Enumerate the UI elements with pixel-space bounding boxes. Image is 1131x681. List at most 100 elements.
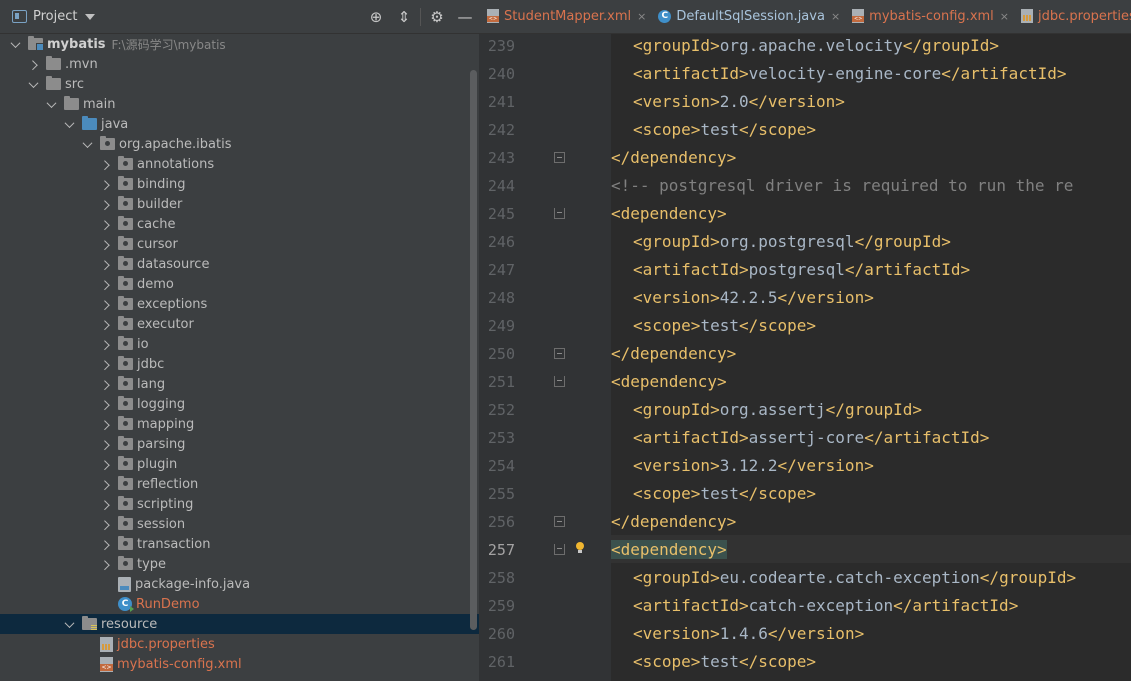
tree-item[interactable]: demo [0,274,467,294]
project-scrollbar[interactable] [467,34,479,681]
chevron-right-icon[interactable] [100,439,110,449]
chevron-right-icon[interactable] [100,479,110,489]
fold-start-icon[interactable] [554,376,565,387]
chevron-right-icon[interactable] [100,259,110,269]
tree-item[interactable]: exceptions [0,294,467,314]
chevron-right-icon[interactable] [100,499,110,509]
code-line: <artifactId> velocity-engine-core </artifa… [611,59,1131,87]
tree-item[interactable]: session [0,514,467,534]
chevron-down-icon[interactable] [64,119,74,129]
locate-icon: ⊕ [369,8,383,26]
chevron-right-icon[interactable] [100,199,110,209]
tree-item[interactable]: jdbc.properties [0,634,467,654]
chevron-right-icon[interactable] [100,419,110,429]
fold-start-icon[interactable] [554,208,565,219]
code-token: </groupId> [902,35,1000,55]
tree-item[interactable]: builder [0,194,467,214]
tree-item[interactable]: resource [0,614,479,634]
line-number: 256 [487,513,515,531]
tree-item[interactable]: C RunDemo [0,594,467,614]
tree-item[interactable]: plugin [0,454,467,474]
chevron-right-icon[interactable] [100,339,110,349]
editor-tab[interactable]: jdbc.properties× [1013,0,1131,33]
code-editor[interactable]: <groupId> org.apache.velocity </groupId> <a… [611,34,1131,681]
tree-item[interactable]: cursor [0,234,467,254]
fold-end-icon[interactable] [554,516,565,527]
chevron-right-icon[interactable] [100,379,110,389]
tree-item[interactable]: org.apache.ibatis [0,134,467,154]
folder-icon [28,36,44,51]
chevron-right-icon[interactable] [100,299,110,309]
lightbulb-icon[interactable] [575,542,585,554]
tree-item[interactable]: type [0,554,467,574]
collapse-all-button[interactable]: ⇕ [390,4,418,30]
editor-tab[interactable]: C DefaultSqlSession.java × [650,0,844,33]
chevron-right-icon[interactable] [100,319,110,329]
close-icon[interactable]: × [637,10,646,23]
gear-button[interactable]: ⚙ [423,4,451,30]
chevron-right-icon[interactable] [100,279,110,289]
close-icon[interactable]: × [1000,10,1009,23]
folder-icon [118,376,133,390]
chevron-right-icon[interactable] [100,219,110,229]
java-class-icon: C [118,597,134,612]
tree-item[interactable]: datasource [0,254,467,274]
tree-item[interactable]: binding [0,174,467,194]
tree-item[interactable]: mybatis F:\源码学习\mybatis [0,34,467,54]
chevron-right-icon[interactable] [100,179,110,189]
code-token: <!-- postgresql driver is required to ru… [611,175,1074,195]
code-token: <scope> [633,315,701,335]
chevron-down-icon[interactable] [64,619,74,629]
code-token: </version> [777,455,874,475]
chevron-right-icon[interactable] [100,159,110,169]
tree-item[interactable]: lang [0,374,467,394]
tree-item[interactable]: cache [0,214,467,234]
tree-item[interactable]: main [0,94,467,114]
tree-item[interactable]: executor [0,314,467,334]
chevron-right-icon[interactable] [100,539,110,549]
tree-item[interactable]: parsing [0,434,467,454]
tree-item[interactable]: package-info.java [0,574,467,594]
locate-button[interactable]: ⊕ [362,4,390,30]
minimize-button[interactable]: — [451,4,479,30]
chevron-down-icon[interactable] [10,39,20,49]
chevron-right-icon[interactable] [100,239,110,249]
tree-item[interactable]: io [0,334,467,354]
editor-tab[interactable]: mybatis-config.xml × [844,0,1013,33]
line-number: 247 [487,261,515,279]
folder-icon [118,396,133,410]
chevron-right-icon[interactable] [100,459,110,469]
close-icon[interactable]: × [831,10,840,23]
tree-item[interactable]: jdbc [0,354,467,374]
chevron-right-icon[interactable] [100,559,110,569]
fold-end-icon[interactable] [554,348,565,359]
folder-icon [118,436,133,450]
tree-item[interactable]: logging [0,394,467,414]
fold-start-icon[interactable] [554,544,565,555]
code-token: 2.0 [719,91,749,111]
folder-icon [82,616,97,630]
tree-item[interactable]: annotations [0,154,467,174]
tree-item[interactable]: .mvn [0,54,467,74]
fold-end-icon[interactable] [554,152,565,163]
code-token: </version> [777,287,874,307]
tree-item[interactable]: scripting [0,494,467,514]
code-token: </artifactId> [864,427,990,447]
project-view-selector[interactable]: Project [12,9,96,24]
chevron-right-icon[interactable] [100,399,110,409]
chevron-down-icon[interactable] [46,99,56,109]
tree-item[interactable]: mapping [0,414,467,434]
chevron-right-icon[interactable] [100,359,110,369]
tree-item[interactable]: reflection [0,474,467,494]
chevron-right-icon[interactable] [28,59,38,69]
folder-icon [118,156,133,170]
editor-tab[interactable]: StudentMapper.xml × [479,0,650,33]
chevron-down-icon[interactable] [28,79,38,89]
tree-item[interactable]: mybatis-config.xml [0,654,467,674]
chevron-down-icon[interactable] [82,139,92,149]
tree-item[interactable]: src [0,74,467,94]
tree-item[interactable]: transaction [0,534,467,554]
chevron-right-icon[interactable] [100,519,110,529]
tree-item[interactable]: java [0,114,467,134]
project-scrollbar-thumb[interactable] [470,70,477,630]
